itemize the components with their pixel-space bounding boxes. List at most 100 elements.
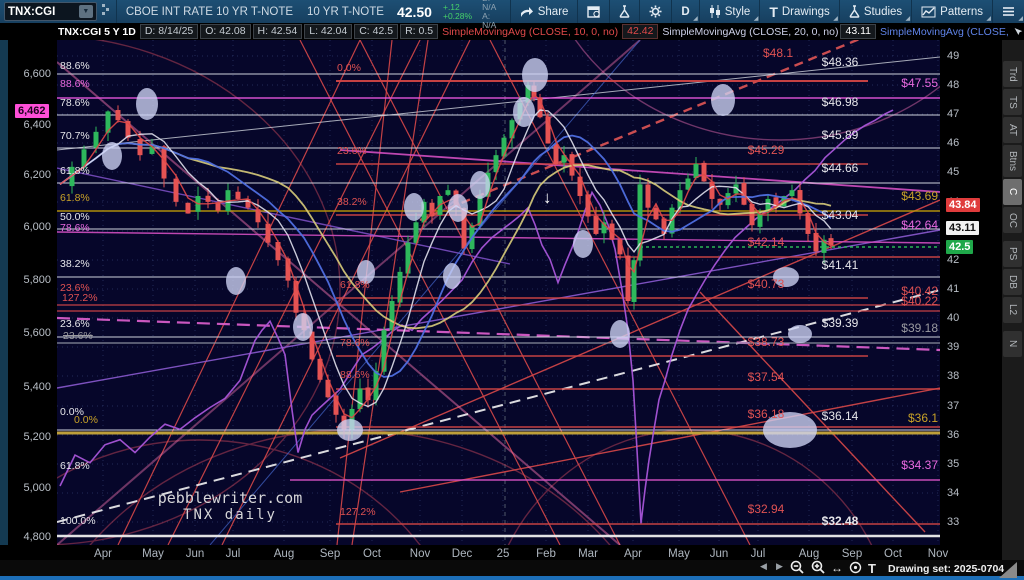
sidebar-tab-ts[interactable]: TS [1003, 89, 1022, 115]
ohlc-date: D: 8/14/25 [140, 24, 198, 39]
patterns-button[interactable]: Patterns◢ [911, 0, 992, 23]
last-price: 42.50 [397, 4, 432, 20]
sidebar-tab-l2[interactable]: L2 [1003, 297, 1022, 323]
share-icon [520, 6, 534, 18]
left-axis-tick: 6,000 [5, 221, 51, 233]
fib-label: 100.0% [60, 515, 96, 527]
month-label: Oct [363, 548, 381, 560]
symbol-input[interactable]: TNX:CGI ▼ [4, 2, 97, 21]
price-label: $45.89 [822, 128, 859, 142]
sma10-value: 42.42 [622, 24, 658, 39]
right-axis-tick: 46 [947, 137, 959, 149]
chart-header: TNX:CGI 5 Y 1D D: 8/14/25 O: 42.08 H: 42… [0, 23, 1024, 40]
sidebar-tab-c[interactable]: C [1003, 179, 1022, 205]
zoom-in-icon[interactable] [811, 560, 826, 580]
resize-corner[interactable] [999, 562, 1017, 578]
chart-symbol-timeframe: TNX:CGI 5 Y 1D [58, 26, 136, 38]
beaker-icon [619, 5, 630, 18]
left-axis-tick: 6,400 [5, 119, 51, 131]
price-label: $37.54 [748, 370, 785, 384]
month-label: Nov [410, 548, 430, 560]
fib-label: 88.6% [340, 369, 370, 381]
month-label: Sep [842, 548, 862, 560]
ohlc-open: O: 42.08 [200, 24, 250, 39]
right-axis-tick: 34 [947, 487, 959, 499]
right-axis-tick: 45 [947, 166, 959, 178]
ohlc-close: C: 42.5 [354, 24, 398, 39]
fib-label: 70.7% [60, 130, 90, 142]
left-axis-tick: 6,200 [5, 169, 51, 181]
left-axis-tick: 5,400 [5, 381, 51, 393]
ohlc-high: H: 42.54 [253, 24, 303, 39]
month-label: Mar [578, 548, 598, 560]
zoom-out-icon[interactable] [790, 560, 805, 580]
pan-left-icon[interactable]: ◀ [760, 561, 767, 572]
menu-button[interactable]: ◢ [992, 0, 1024, 23]
price-label: $32.94 [748, 502, 785, 516]
instrument-name: 10 YR T-NOTE [307, 6, 384, 18]
price-label: $39.18 [901, 321, 938, 335]
price-label: $39.39 [822, 316, 859, 330]
sidebar-tab-trd[interactable]: Trd [1003, 61, 1022, 87]
month-label: May [142, 548, 164, 560]
fib-label: 0.0% [74, 414, 98, 426]
month-label: Dec [452, 548, 472, 560]
settings-button[interactable] [639, 0, 671, 23]
text-tool-icon[interactable]: T [868, 561, 876, 576]
price-label: $40.22 [901, 294, 938, 308]
price-label: $44.66 [822, 161, 859, 175]
watermark: pebblewriter.com TNX daily [130, 489, 330, 523]
sidebar-tab-n[interactable]: N [1003, 331, 1022, 357]
fib-label: 61.8% [340, 279, 370, 291]
right-axis-tick: 33 [947, 516, 959, 528]
fib-label: 61.8% [60, 460, 90, 472]
style-button[interactable]: Style◢ [699, 0, 760, 23]
sidebar-tab-db[interactable]: DB [1003, 269, 1022, 295]
fib-label: 61.8% [60, 165, 90, 177]
analyze-button[interactable] [609, 0, 639, 23]
price-label: $40.73 [748, 277, 785, 291]
right-axis-tick: 41 [947, 283, 959, 295]
sidebar-tab-oc[interactable]: OC [1003, 207, 1022, 233]
chevron-down-icon[interactable]: ▼ [79, 5, 93, 18]
drawings-button[interactable]: T Drawings◢ [759, 0, 839, 23]
down-arrow-annotation: ↓ [543, 188, 552, 208]
share-button[interactable]: Share [510, 0, 578, 23]
fib-label: 23.6% [60, 318, 90, 330]
price-label: $38.73 [748, 335, 785, 349]
right-axis-tick: 47 [947, 108, 959, 120]
price-label: $32.48 [822, 514, 859, 528]
sma10-label: SimpleMovingAvg (CLOSE, 10, 0, no) [442, 26, 618, 38]
month-label: Aug [274, 548, 294, 560]
target-icon[interactable] [849, 561, 862, 579]
gear-icon [649, 5, 662, 18]
left-axis-tick: 5,200 [5, 431, 51, 443]
price-label: $36.18 [748, 407, 785, 421]
link-icon[interactable] [101, 3, 110, 20]
right-axis-price-badge: 43.11 [946, 221, 979, 235]
fib-label: 38.2% [60, 258, 90, 270]
right-axis-tick: 49 [947, 50, 959, 62]
studies-button[interactable]: Studies◢ [839, 0, 911, 23]
left-axis-tick: 6,600 [5, 68, 51, 80]
timeframe-button[interactable]: D◢ [671, 0, 698, 23]
month-label: Jun [186, 548, 205, 560]
fib-label: 127.2% [340, 506, 376, 518]
expand-horizontal-icon[interactable]: ↔ [831, 561, 843, 575]
month-label: Apr [94, 548, 112, 560]
month-label: Sep [320, 548, 340, 560]
calendar-button[interactable] [577, 0, 609, 23]
month-label: Feb [536, 548, 556, 560]
fib-label: 38.2% [337, 196, 367, 208]
sidebar-tab-ps[interactable]: PS [1003, 241, 1022, 267]
sidebar-tab-btns[interactable]: Btns [1003, 145, 1022, 177]
right-axis-price-badge: 43.84 [946, 198, 980, 212]
ohlc-range: R: 0.5 [400, 24, 438, 39]
sidebar-tab-at[interactable]: AT [1003, 117, 1022, 143]
right-axis-tick: 40 [947, 312, 959, 324]
calendar-icon [587, 5, 600, 18]
pan-right-icon[interactable]: ▶ [776, 561, 783, 572]
price-label: $43.04 [822, 208, 859, 222]
fib-label: 23.6% [337, 145, 367, 157]
fib-label: 78.6% [60, 222, 90, 234]
